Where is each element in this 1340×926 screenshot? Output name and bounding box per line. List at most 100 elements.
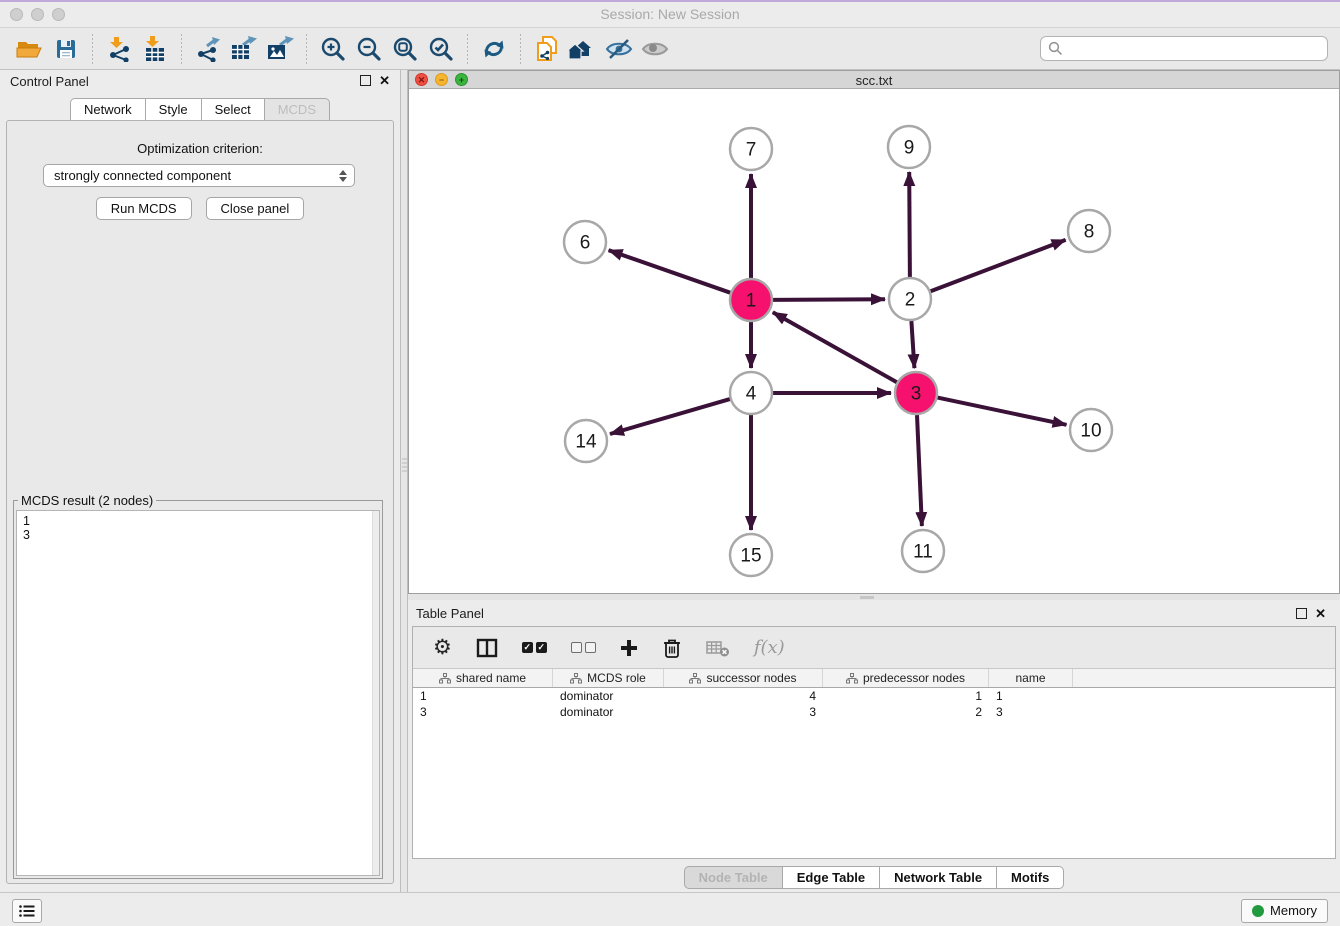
- graph-node-9[interactable]: 9: [888, 126, 930, 168]
- search-field[interactable]: [1040, 36, 1328, 61]
- table-body: 1dominator4113dominator323: [413, 688, 1335, 720]
- graph-node-14[interactable]: 14: [565, 420, 607, 462]
- graph-edge-1-2[interactable]: [773, 299, 885, 300]
- tab-mcds[interactable]: MCDS: [264, 98, 330, 121]
- table-row[interactable]: 1dominator411: [413, 688, 1335, 704]
- graph-node-7[interactable]: 7: [730, 128, 772, 170]
- graph-edge-4-14[interactable]: [610, 399, 730, 434]
- column-header-successor-nodes[interactable]: successor nodes: [664, 669, 823, 687]
- network-window-titlebar[interactable]: ✕ − + scc.txt: [409, 71, 1339, 89]
- table-cell[interactable]: 1: [989, 688, 1073, 704]
- result-scrollbar[interactable]: [372, 511, 379, 875]
- toolbar-separator: [306, 34, 307, 64]
- graph-node-15[interactable]: 15: [730, 534, 772, 576]
- search-input[interactable]: [1063, 41, 1320, 56]
- hide-panel-button[interactable]: [601, 33, 637, 65]
- mcds-result-lines: 1 3: [17, 511, 379, 545]
- application-window: Session: New Session: [0, 0, 1340, 926]
- delete-table-button[interactable]: [706, 638, 730, 658]
- table-cell[interactable]: 2: [823, 704, 989, 720]
- graph-edge-2-3[interactable]: [911, 321, 914, 368]
- export-table-button[interactable]: [226, 33, 262, 65]
- import-network-button[interactable]: [101, 33, 137, 65]
- add-column-button[interactable]: [620, 639, 638, 657]
- float-panel-icon[interactable]: [1296, 608, 1307, 619]
- tab-select[interactable]: Select: [201, 98, 265, 121]
- column-header-label: successor nodes: [706, 671, 796, 685]
- control-panel-tabs: NetworkStyleSelectMCDS: [0, 98, 400, 121]
- close-panel-icon[interactable]: ✕: [1315, 608, 1326, 619]
- table-cell[interactable]: 3: [413, 704, 553, 720]
- deselect-all-button[interactable]: [571, 642, 596, 653]
- graph-edge-3-1[interactable]: [773, 312, 897, 382]
- tab-edge-table[interactable]: Edge Table: [782, 866, 880, 889]
- graph-node-3[interactable]: 3: [895, 372, 937, 414]
- graph-edge-1-6[interactable]: [609, 250, 731, 293]
- tab-node-table[interactable]: Node Table: [684, 866, 783, 889]
- graph-node-11[interactable]: 11: [902, 530, 944, 572]
- import-table-button[interactable]: [137, 33, 173, 65]
- zoom-fit-button[interactable]: [387, 33, 423, 65]
- tab-network[interactable]: Network: [70, 98, 146, 121]
- graph-node-6[interactable]: 6: [564, 221, 606, 263]
- table-cell[interactable]: 4: [664, 688, 823, 704]
- select-all-button[interactable]: ✓ ✓: [522, 642, 547, 653]
- column-header-label: predecessor nodes: [863, 671, 965, 685]
- optimization-criterion-select[interactable]: strongly connected component: [43, 164, 355, 187]
- column-header-mcds-role[interactable]: MCDS role: [553, 669, 664, 687]
- table-cell[interactable]: 3: [664, 704, 823, 720]
- graph-node-8[interactable]: 8: [1068, 210, 1110, 252]
- graph-node-1[interactable]: 1: [730, 279, 772, 321]
- graph-edge-2-9[interactable]: [909, 172, 910, 277]
- column-header-shared-name[interactable]: shared name: [413, 669, 553, 687]
- tab-network-table[interactable]: Network Table: [879, 866, 997, 889]
- graph-edge-2-8[interactable]: [931, 240, 1066, 291]
- list-icon: [19, 905, 35, 917]
- zoom-selected-button[interactable]: [423, 33, 459, 65]
- unchecked-box-icon: [585, 642, 596, 653]
- close-panel-button[interactable]: Close panel: [206, 197, 305, 220]
- zoom-in-button[interactable]: [315, 33, 351, 65]
- graph-node-2[interactable]: 2: [889, 278, 931, 320]
- table-cell[interactable]: 3: [989, 704, 1073, 720]
- toolbar-separator: [467, 34, 468, 64]
- home-button[interactable]: [565, 33, 601, 65]
- apply-layout-button[interactable]: [476, 33, 512, 65]
- column-visibility-button[interactable]: [476, 638, 498, 658]
- memory-button[interactable]: Memory: [1241, 899, 1328, 923]
- run-mcds-button[interactable]: Run MCDS: [96, 197, 192, 220]
- export-image-button[interactable]: [262, 33, 298, 65]
- mcds-result-box[interactable]: 1 3: [16, 510, 380, 876]
- table-row[interactable]: 3dominator323: [413, 704, 1335, 720]
- table-settings-button[interactable]: ⚙: [433, 638, 452, 658]
- tab-motifs[interactable]: Motifs: [996, 866, 1064, 889]
- table-cell[interactable]: dominator: [553, 704, 664, 720]
- table-cell[interactable]: 1: [413, 688, 553, 704]
- panel-splitter-vertical[interactable]: [400, 70, 408, 892]
- clone-network-button[interactable]: [529, 33, 565, 65]
- graph-node-4[interactable]: 4: [730, 372, 772, 414]
- memory-status-icon: [1252, 905, 1264, 917]
- graph-node-label: 14: [575, 432, 597, 453]
- network-canvas[interactable]: 7 9 6 8 1 2 4 3 14 10 15 11: [409, 89, 1339, 593]
- float-panel-icon[interactable]: [360, 75, 371, 86]
- tab-style[interactable]: Style: [145, 98, 202, 121]
- export-table-icon: [230, 36, 258, 62]
- open-session-button[interactable]: [12, 33, 48, 65]
- show-panel-button[interactable]: [637, 33, 673, 65]
- delete-column-button[interactable]: [662, 637, 682, 659]
- graph-edge-3-10[interactable]: [938, 398, 1067, 425]
- zoom-out-button[interactable]: [351, 33, 387, 65]
- table-cell[interactable]: 1: [823, 688, 989, 704]
- close-panel-icon[interactable]: ✕: [379, 75, 390, 86]
- column-header-name[interactable]: name: [989, 669, 1073, 687]
- table-cell[interactable]: dominator: [553, 688, 664, 704]
- column-header-predecessor-nodes[interactable]: predecessor nodes: [823, 669, 989, 687]
- graph-node-label: 15: [740, 546, 761, 567]
- save-session-button[interactable]: [48, 33, 84, 65]
- graph-node-10[interactable]: 10: [1070, 409, 1112, 451]
- function-builder-button[interactable]: f(x): [754, 637, 785, 658]
- graph-edge-3-11[interactable]: [917, 415, 922, 526]
- export-network-button[interactable]: [190, 33, 226, 65]
- task-history-button[interactable]: [12, 899, 42, 923]
